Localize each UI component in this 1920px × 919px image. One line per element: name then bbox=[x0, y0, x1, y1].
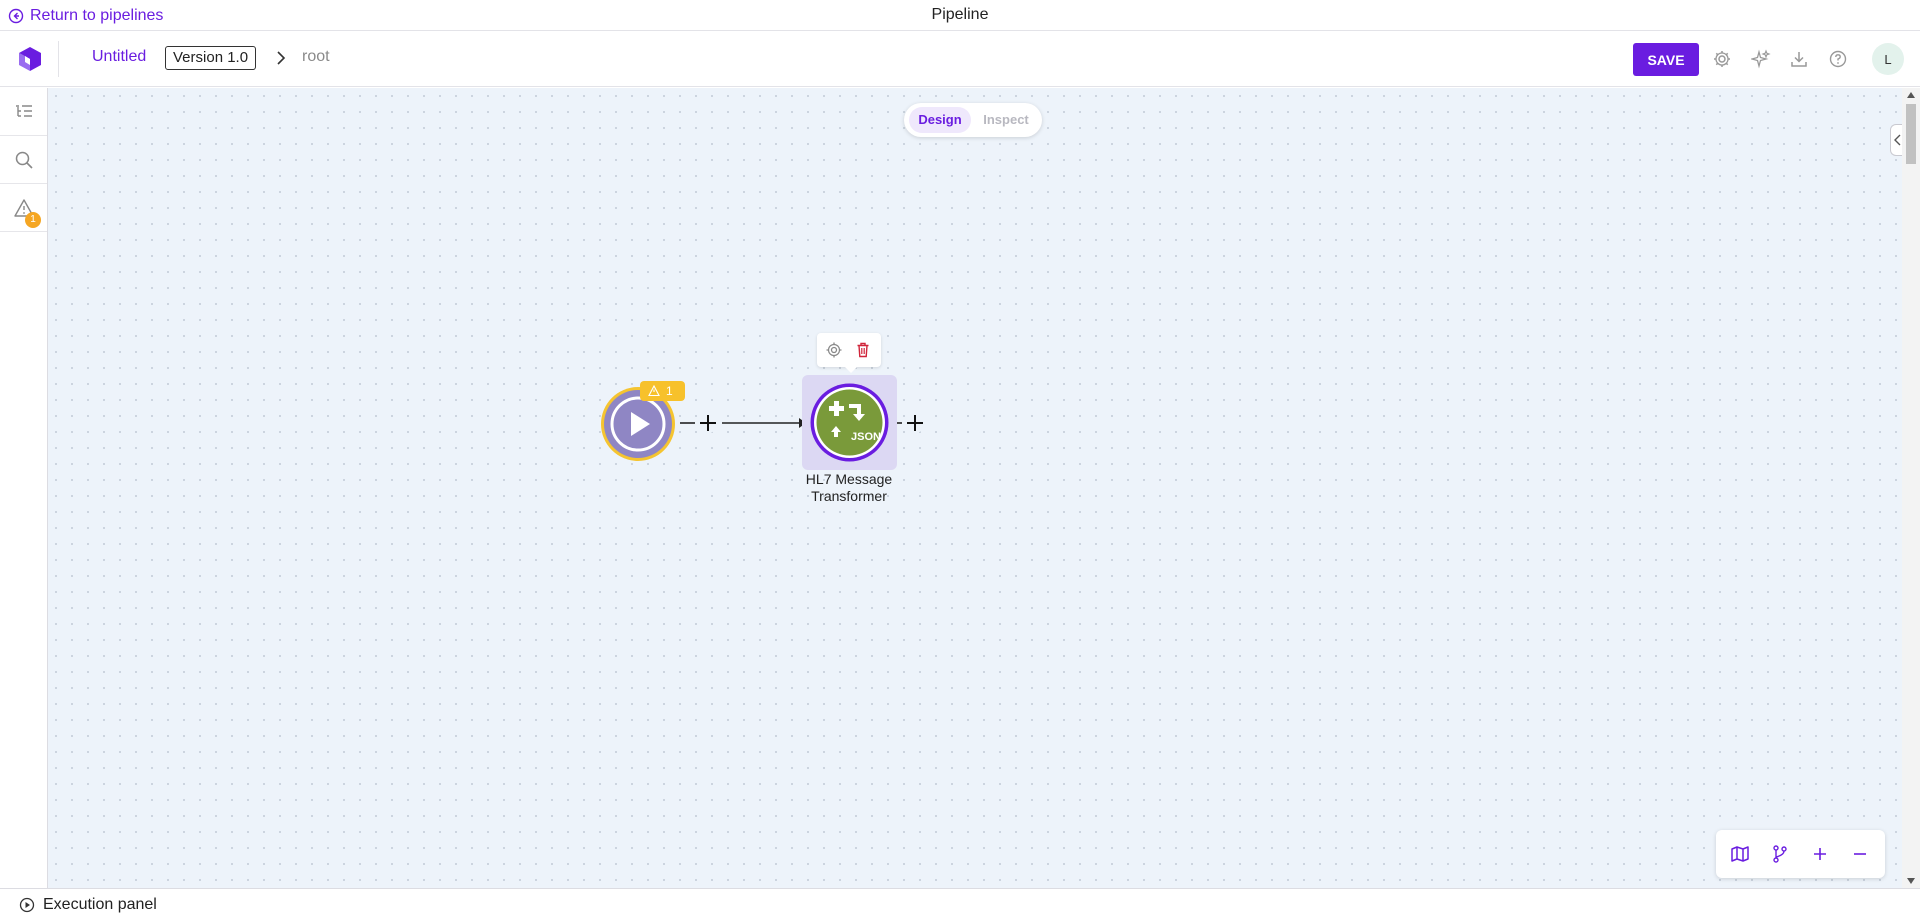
zoom-controls bbox=[1716, 830, 1885, 878]
scroll-down-arrow[interactable] bbox=[1907, 878, 1915, 884]
gear-icon[interactable] bbox=[1712, 49, 1732, 69]
plus-icon bbox=[698, 413, 718, 433]
download-icon[interactable] bbox=[1789, 49, 1809, 69]
json-label: JSON bbox=[851, 431, 881, 443]
canvas-scrollbar[interactable] bbox=[1902, 88, 1920, 888]
top-bar: Return to pipelines Pipeline bbox=[0, 0, 1920, 31]
save-button[interactable]: SAVE bbox=[1633, 43, 1699, 76]
node-label-line2: Transformer bbox=[811, 488, 887, 504]
node-actions-popup bbox=[817, 333, 881, 373]
sidebar-item-warnings[interactable]: 1 bbox=[0, 184, 47, 232]
scroll-thumb[interactable] bbox=[1906, 104, 1916, 164]
add-step-after-button[interactable] bbox=[904, 412, 926, 434]
zoom-in-icon[interactable] bbox=[1810, 844, 1830, 864]
left-sidebar: 1 bbox=[0, 88, 48, 888]
mode-inspect-button[interactable]: Inspect bbox=[976, 107, 1036, 133]
toolbar-divider bbox=[58, 41, 59, 77]
search-icon bbox=[15, 151, 33, 169]
pipeline-toolbar: Untitled Version 1.0 root SAVE L bbox=[0, 31, 1920, 87]
node-label: HL7 Message Transformer bbox=[784, 471, 914, 505]
sidebar-item-outline[interactable] bbox=[0, 88, 47, 136]
start-node-warning-badge[interactable]: 1 bbox=[640, 381, 685, 401]
version-badge[interactable]: Version 1.0 bbox=[165, 46, 257, 70]
warning-count-badge: 1 bbox=[25, 212, 41, 228]
app-logo[interactable] bbox=[17, 46, 43, 72]
collapse-panel-tab[interactable] bbox=[1890, 124, 1902, 156]
page-title: Pipeline bbox=[931, 6, 989, 23]
list-tree-icon bbox=[15, 104, 32, 117]
pipeline-name[interactable]: Untitled bbox=[92, 48, 146, 66]
execution-panel-label: Execution panel bbox=[43, 896, 157, 913]
avatar[interactable]: L bbox=[1872, 43, 1904, 75]
branch-icon[interactable] bbox=[1770, 844, 1790, 864]
plus-icon bbox=[905, 413, 925, 433]
breadcrumb-root[interactable]: root bbox=[302, 48, 330, 66]
chevron-left-icon bbox=[1894, 134, 1901, 146]
warning-icon bbox=[648, 385, 660, 397]
add-step-button[interactable] bbox=[697, 412, 719, 434]
scroll-up-arrow[interactable] bbox=[1907, 92, 1915, 98]
zoom-out-icon[interactable] bbox=[1850, 844, 1870, 864]
hl7-message-transformer-node[interactable]: JSON bbox=[809, 382, 890, 463]
sidebar-item-search[interactable] bbox=[0, 136, 47, 184]
map-icon[interactable] bbox=[1730, 844, 1750, 864]
pipeline-edges bbox=[680, 418, 902, 428]
chevron-right-icon bbox=[277, 51, 286, 65]
node-label-line1: HL7 Message bbox=[805, 471, 893, 487]
sparkle-icon[interactable] bbox=[1749, 49, 1771, 69]
execution-panel-toggle[interactable]: Execution panel bbox=[0, 888, 1920, 919]
mode-design-button[interactable]: Design bbox=[909, 107, 971, 133]
warning-count: 1 bbox=[666, 384, 673, 398]
mode-toggle: Design Inspect bbox=[904, 103, 1042, 137]
pipeline-canvas[interactable]: Design Inspect 1 JSON HL7 Message Transf… bbox=[48, 88, 1902, 888]
help-icon[interactable] bbox=[1828, 49, 1848, 69]
play-circle-icon bbox=[19, 897, 35, 913]
trash-icon[interactable] bbox=[854, 341, 872, 359]
gear-icon[interactable] bbox=[825, 341, 843, 359]
